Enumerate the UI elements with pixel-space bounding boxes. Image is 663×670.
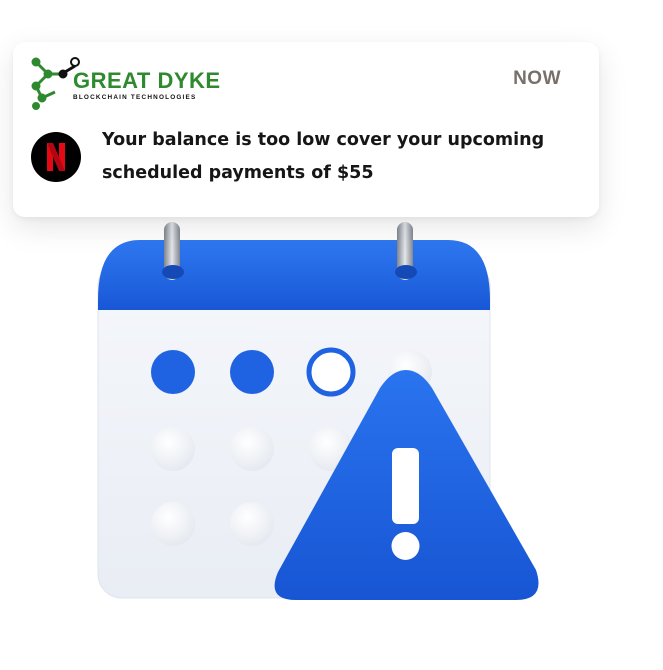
brand-logo: GREAT DYKE BLOCKCHAIN TECHNOLOGIES — [31, 54, 220, 112]
screen: GREAT DYKE BLOCKCHAIN TECHNOLOGIES NOW Y… — [0, 0, 663, 670]
date-dot — [230, 350, 274, 394]
date-dot — [151, 350, 195, 394]
notification-card[interactable]: GREAT DYKE BLOCKCHAIN TECHNOLOGIES NOW Y… — [13, 42, 599, 217]
netflix-icon — [31, 132, 81, 182]
date-dot — [230, 427, 274, 471]
date-dot — [230, 502, 274, 546]
brand-tagline: BLOCKCHAIN TECHNOLOGIES — [73, 94, 197, 101]
date-dot — [306, 347, 356, 397]
date-dot — [151, 502, 195, 546]
date-dot — [151, 427, 195, 471]
notification-time: NOW — [513, 68, 561, 89]
brand-name: GREAT DYKE — [73, 68, 221, 93]
notification-message: Your balance is too low cover your upcom… — [102, 130, 545, 183]
